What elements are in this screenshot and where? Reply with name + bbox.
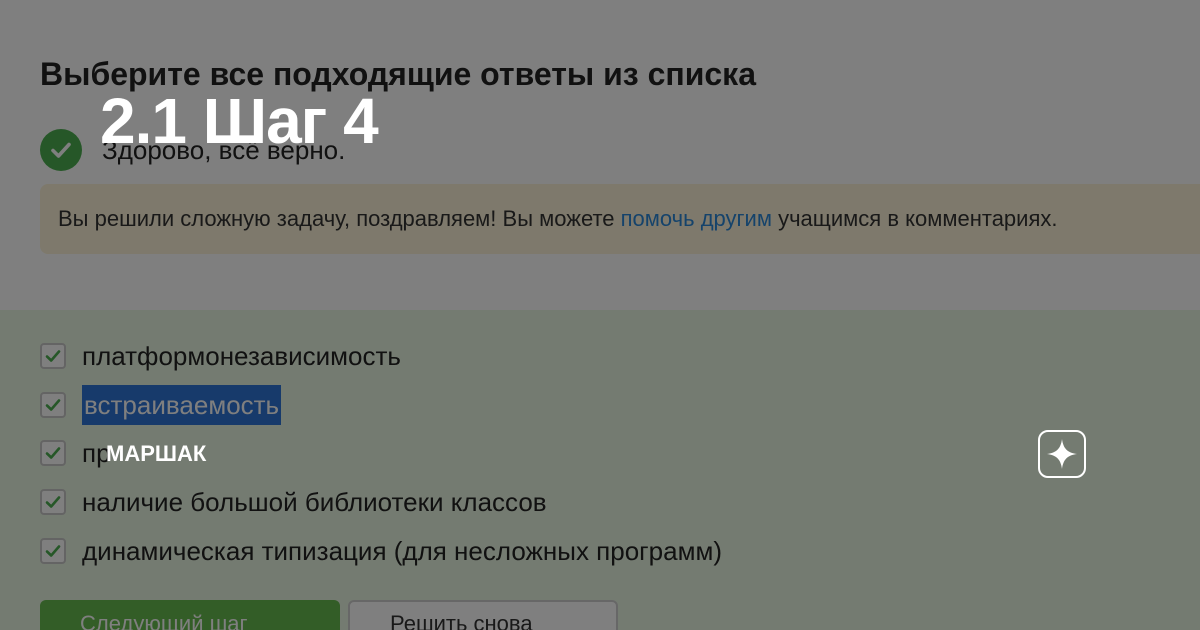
sparkle-star-icon — [1038, 430, 1086, 478]
card-title: 2.1 Шаг 4 — [100, 85, 379, 157]
share-card: Выберите все подходящие ответы из списка… — [0, 0, 1200, 630]
sparkle-star-icon-glyph — [1047, 439, 1077, 469]
channel-name[interactable]: МАРШАК — [106, 441, 206, 467]
